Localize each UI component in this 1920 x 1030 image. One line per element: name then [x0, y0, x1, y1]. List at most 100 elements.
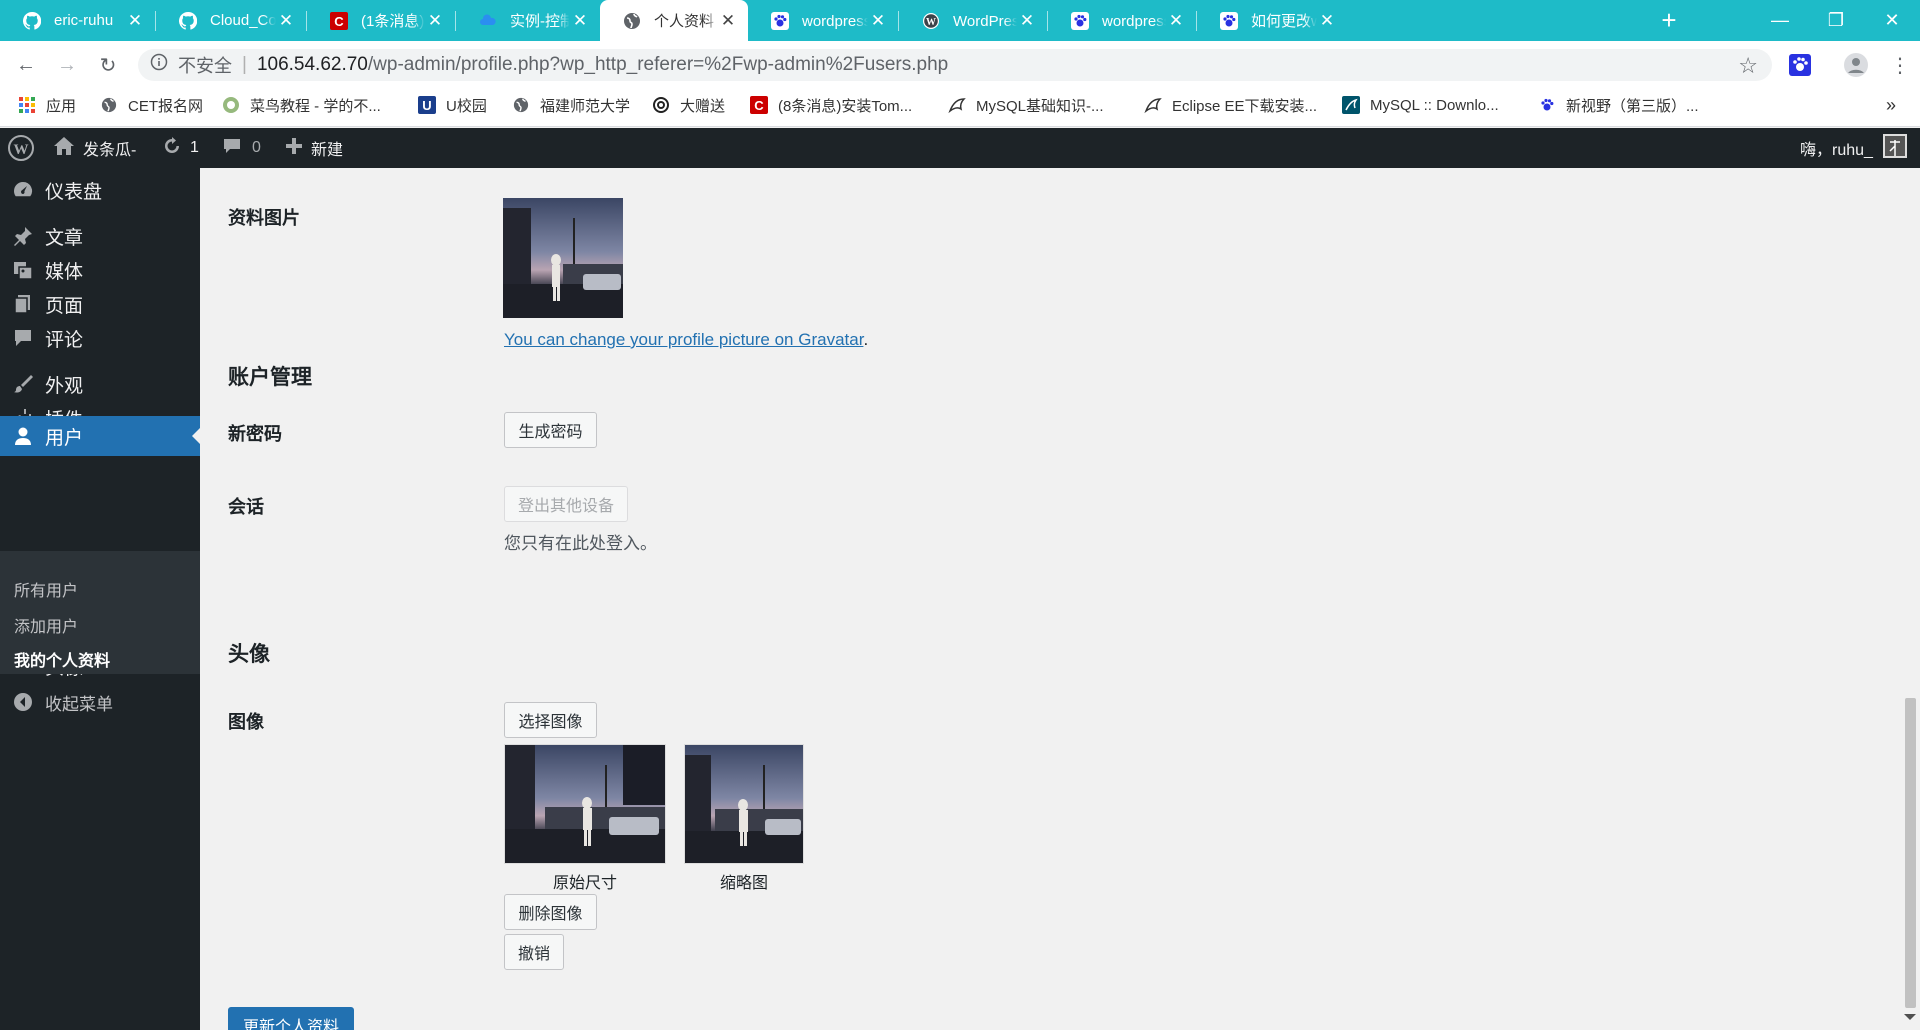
cloud-icon — [478, 11, 498, 31]
address-separator: | — [242, 54, 247, 75]
user-avatar — [1882, 133, 1907, 163]
undo-button[interactable]: 撤销 — [504, 934, 564, 970]
url-host: 106.54.62.70 — [256, 54, 368, 75]
window-close-button[interactable]: ✕ — [1864, 0, 1920, 41]
site-name-link[interactable]: 发条瓜- — [53, 128, 136, 168]
brush-icon — [12, 373, 34, 395]
my-account-link[interactable]: 嗨，ruhu_ — [1800, 128, 1907, 168]
address-bar[interactable]: 不安全 | 106.54.62.70 /wp-admin/profile.php… — [138, 49, 1772, 81]
gravatar-period: . — [863, 330, 869, 349]
baidu-paw-icon — [1219, 11, 1239, 31]
profile-avatar-icon[interactable] — [1842, 51, 1870, 79]
collapse-menu-button[interactable]: 收起菜单 — [0, 682, 200, 722]
submenu-item-add-user[interactable]: 添加用户 — [14, 613, 78, 637]
dashboard-icon — [12, 179, 34, 201]
reload-button[interactable]: ↻ — [94, 51, 122, 79]
users-submenu: 所有用户 添加用户 我的个人资料 — [0, 551, 200, 674]
bookmark-item[interactable]: C (8条消息)安装Tom... — [750, 87, 912, 123]
page-icon — [12, 293, 34, 315]
bookmark-item[interactable]: MySQL :: Downlo... — [1342, 87, 1499, 123]
remove-image-button[interactable]: 删除图像 — [504, 894, 597, 930]
updates-link[interactable]: 1 — [162, 128, 199, 168]
browser-tab[interactable]: 实例-控制台 ✕ — [456, 0, 600, 41]
scroll-down-arrow-icon[interactable] — [1904, 1014, 1916, 1026]
bookmark-label: 大赠送 — [680, 97, 726, 115]
page-scrollbar[interactable] — [1900, 168, 1920, 1030]
choose-image-button[interactable]: 选择图像 — [504, 702, 597, 738]
tab-close-icon[interactable]: ✕ — [1317, 11, 1337, 31]
svg-text:W: W — [14, 142, 29, 158]
browser-tab[interactable]: Cloud_Computing ✕ — [156, 0, 306, 41]
csdn-icon: C — [750, 96, 768, 114]
bookmarks-overflow-button[interactable]: » — [1886, 87, 1896, 123]
submenu-item-my-profile[interactable]: 我的个人资料 — [14, 647, 110, 671]
info-icon[interactable] — [150, 53, 168, 77]
sidebar-item-users[interactable]: 用户 — [0, 416, 200, 456]
sidebar-item-label: 用户 — [45, 427, 84, 449]
bookmark-item[interactable]: 新视野（第三版）... — [1538, 87, 1699, 123]
gravatar-link[interactable]: You can change your profile picture on G… — [504, 330, 863, 349]
bookmark-label: 福建师范大学 — [540, 97, 631, 115]
bookmark-item[interactable]: 应用 — [18, 87, 76, 123]
updates-count: 1 — [190, 139, 199, 156]
scrollbar-thumb[interactable] — [1905, 698, 1916, 1008]
tab-close-icon[interactable]: ✕ — [425, 11, 445, 31]
bookmark-item[interactable]: 福建师范大学 — [512, 87, 630, 123]
sidebar-item-dashboard[interactable]: 仪表盘 — [0, 170, 200, 210]
comments-count: 0 — [252, 139, 261, 156]
update-profile-button[interactable]: 更新个人资料 — [228, 1007, 354, 1030]
bookmark-label: CET报名网 — [128, 97, 204, 115]
browser-tab[interactable]: W WordPress 自定义 ✕ — [899, 0, 1047, 41]
bookmark-item[interactable]: 菜鸟教程 - 学的不... — [222, 87, 381, 123]
original-size-caption: 原始尺寸 — [552, 875, 617, 892]
browser-menu-icon[interactable]: ⋮ — [1886, 51, 1914, 79]
tab-close-icon[interactable]: ✕ — [570, 11, 590, 31]
browser-tab[interactable]: 如何更改wordpress ✕ — [1197, 0, 1347, 41]
extension-paw-icon[interactable] — [1786, 51, 1814, 79]
browser-tab[interactable]: wordpress如何 ✕ — [1048, 0, 1196, 41]
profile-picture-label: 资料图片 — [228, 208, 300, 228]
profile-content: 资料图片 You can change your profile picture… — [200, 168, 1900, 1030]
account-management-heading: 账户管理 — [228, 366, 312, 389]
tab-close-icon[interactable]: ✕ — [868, 11, 888, 31]
updates-icon — [162, 136, 182, 161]
baidu-paw-icon — [1070, 11, 1090, 31]
svg-text:C: C — [334, 14, 344, 29]
new-password-label: 新密码 — [228, 424, 282, 444]
back-button[interactable]: ← — [12, 51, 40, 79]
wp-logo-icon[interactable]: W — [8, 128, 34, 168]
csdn-icon: C — [329, 11, 349, 31]
submenu-item-all-users[interactable]: 所有用户 — [14, 577, 78, 601]
tab-close-icon[interactable]: ✕ — [1166, 11, 1186, 31]
runoob-icon — [222, 96, 240, 114]
bookmark-item[interactable]: U U校园 — [418, 87, 487, 123]
home-icon — [53, 136, 75, 161]
browser-tab[interactable]: eric-ruhu ✕ — [0, 0, 155, 41]
bookmark-star-icon[interactable]: ☆ — [1738, 53, 1758, 79]
tab-close-icon[interactable]: ✕ — [125, 11, 145, 31]
bookmark-item[interactable]: Eclipse EE下载安装... — [1144, 87, 1317, 123]
comments-link[interactable]: 0 — [222, 128, 261, 168]
bookmark-item[interactable]: 大赠送 — [652, 87, 725, 123]
bookmark-label: MySQL :: Downlo... — [1370, 96, 1499, 114]
logout-other-sessions-button[interactable]: 登出其他设备 — [504, 486, 628, 522]
new-tab-button[interactable]: + — [1654, 0, 1684, 41]
minimize-button[interactable]: — — [1752, 0, 1808, 41]
new-content-link[interactable]: 新建 — [285, 128, 343, 168]
bookmark-item[interactable]: MySQL基础知识-... — [948, 87, 1104, 123]
browser-tab[interactable]: wordpress换头像 ✕ — [748, 0, 898, 41]
sidebar-item-comments[interactable]: 评论 — [0, 318, 200, 358]
browser-tab-active[interactable]: 个人资料 ‹ 发条瓜 ✕ — [600, 0, 748, 41]
forward-button[interactable]: → — [53, 51, 81, 79]
tab-close-icon[interactable]: ✕ — [718, 11, 738, 31]
bookmark-item[interactable]: CET报名网 — [100, 87, 203, 123]
bookmark-label: 菜鸟教程 - 学的不... — [250, 97, 381, 115]
image-label: 图像 — [228, 712, 264, 732]
profile-picture — [503, 198, 623, 318]
browser-tab[interactable]: C (1条消息)腾讯云 ✕ — [307, 0, 455, 41]
tab-close-icon[interactable]: ✕ — [1017, 11, 1037, 31]
sidebar-item-label: 评论 — [45, 329, 84, 351]
maximize-button[interactable]: ❐ — [1808, 0, 1864, 41]
generate-password-button[interactable]: 生成密码 — [504, 412, 597, 448]
tab-close-icon[interactable]: ✕ — [276, 11, 296, 31]
